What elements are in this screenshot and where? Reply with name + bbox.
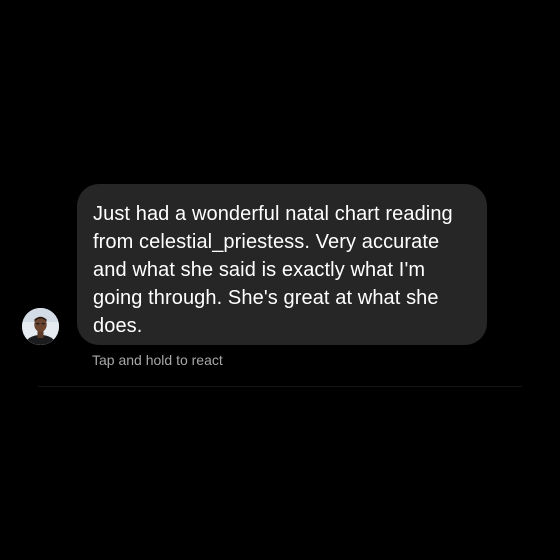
sender-avatar[interactable] — [22, 308, 59, 345]
avatar-photo-icon — [22, 308, 59, 345]
message-text: Just had a wonderful natal chart reading… — [93, 203, 453, 337]
message-bubble[interactable]: Just had a wonderful natal chart reading… — [77, 184, 487, 345]
react-hint: Tap and hold to react — [92, 352, 223, 368]
divider — [38, 386, 522, 387]
